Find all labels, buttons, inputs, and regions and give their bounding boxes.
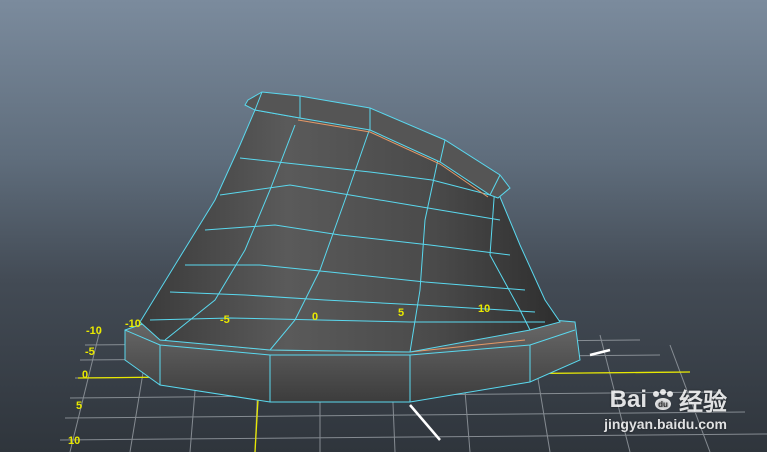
grid-label: 10 [478,303,490,315]
cone-body[interactable] [139,109,561,353]
grid-label: 10 [68,435,80,447]
svg-text:du: du [658,400,668,409]
baidu-watermark: Bai du 经验 [610,382,727,417]
grid-label: 0 [312,311,318,323]
watermark-brand-left: Bai [609,385,647,413]
grid-label: 5 [398,307,404,319]
grid-label: 0 [82,369,88,381]
paw-icon: du [653,388,673,410]
grid-label: -5 [220,314,230,326]
grid-label: -10 [125,318,141,330]
watermark-url: jingyan.baidu.com [604,416,727,432]
grid-label: -5 [85,346,95,358]
maya-viewport[interactable]: -10 -5 0 5 10 -10 -5 0 5 10 Bai du 经验 ji… [0,0,767,452]
grid-label: -10 [86,325,102,337]
grid-label: 5 [76,400,82,412]
watermark-brand-right: 经验 [679,389,727,416]
